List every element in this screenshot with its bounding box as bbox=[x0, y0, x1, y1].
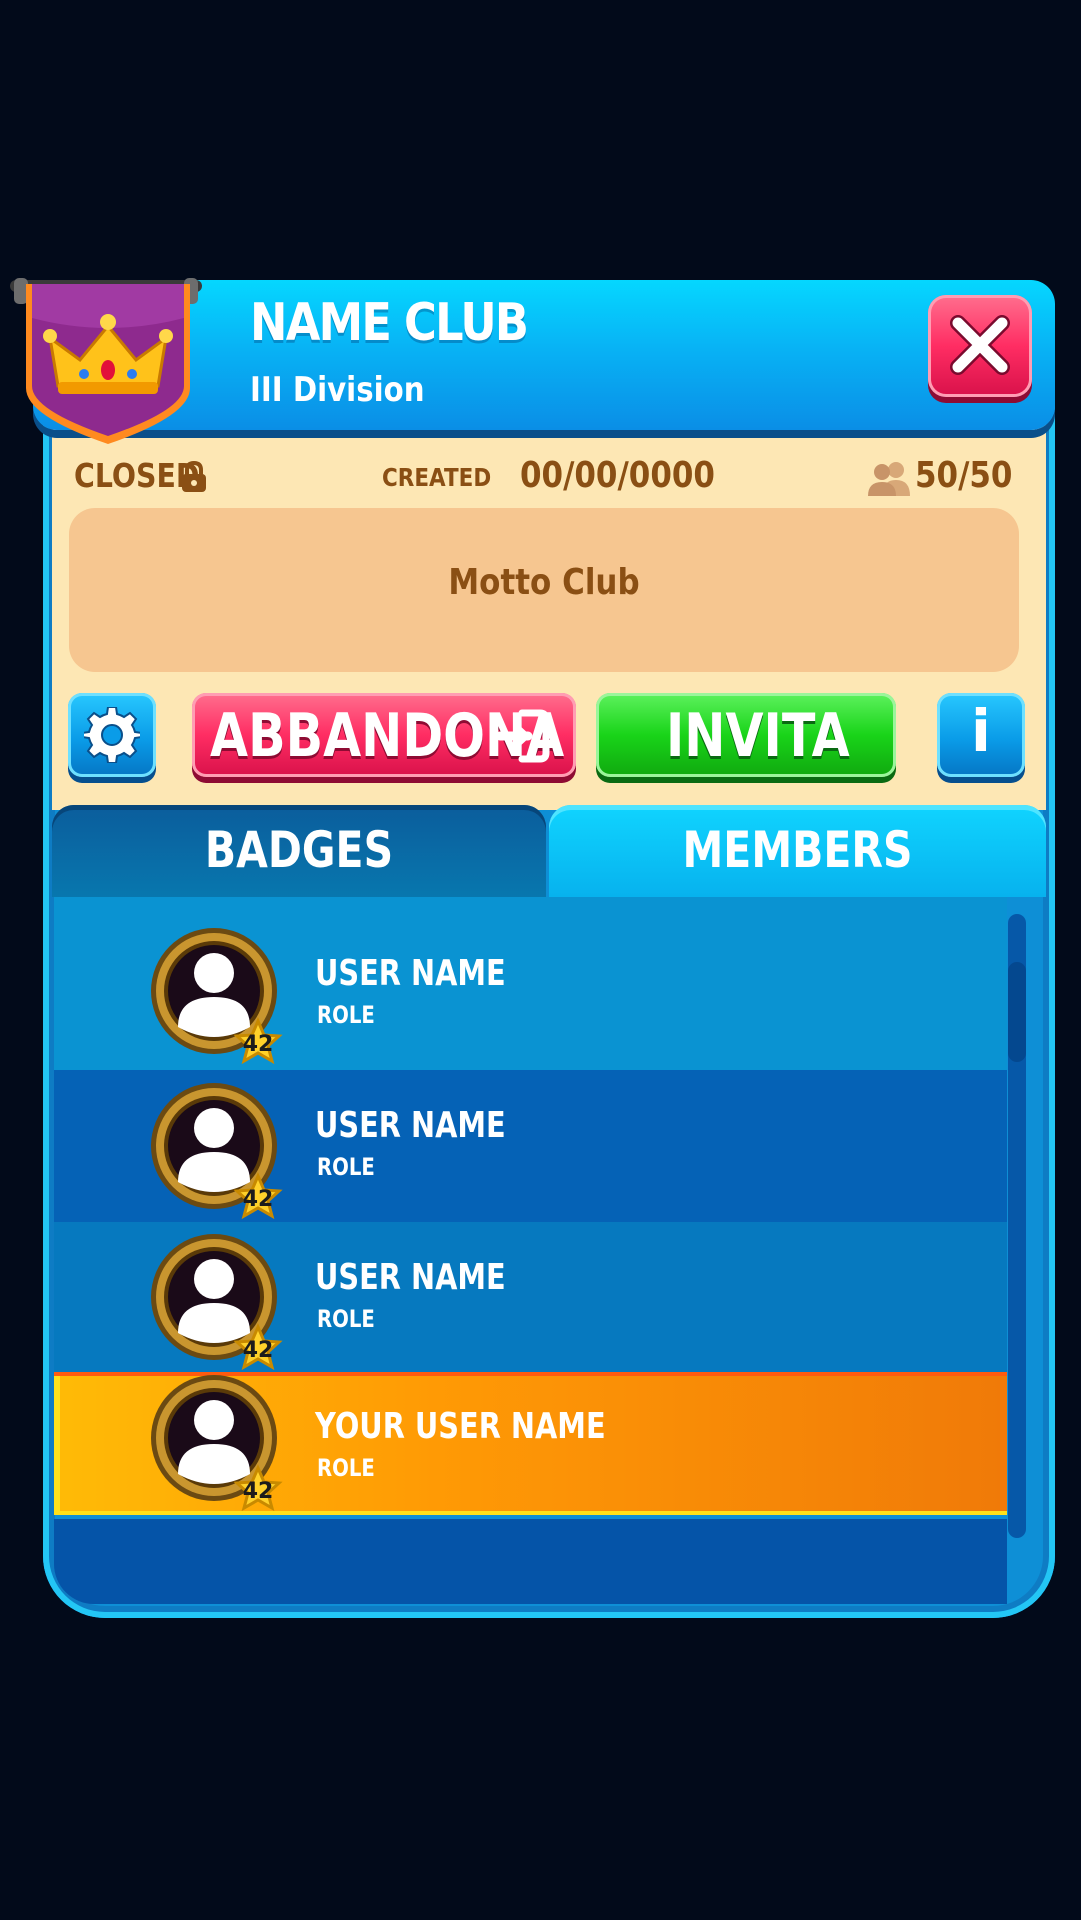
gear-icon bbox=[84, 707, 140, 763]
lock-icon bbox=[182, 461, 206, 492]
avatar: 42 bbox=[151, 928, 283, 1065]
crown-shield-icon bbox=[8, 278, 204, 450]
member-row[interactable]: 42 USER NAME ROLE bbox=[54, 1070, 1007, 1222]
club-division: III Division bbox=[250, 370, 425, 410]
avatar: 42 bbox=[151, 1375, 283, 1512]
level-badge: 42 bbox=[243, 1338, 274, 1363]
tab-badges[interactable]: BADGES bbox=[52, 805, 546, 897]
member-name: USER NAME bbox=[315, 1105, 506, 1146]
list-footer bbox=[54, 1519, 1007, 1604]
exit-icon bbox=[495, 709, 550, 763]
avatar: 42 bbox=[151, 1083, 283, 1220]
club-motto: Motto Club bbox=[448, 562, 640, 603]
members-icon bbox=[868, 462, 910, 496]
close-icon bbox=[950, 315, 1010, 375]
leave-club-button[interactable]: ABBANDONA bbox=[192, 693, 576, 777]
member-row[interactable]: 42 USER NAME ROLE bbox=[54, 897, 1007, 1070]
motto-box: Motto Club bbox=[69, 508, 1019, 672]
level-badge: 42 bbox=[243, 1032, 274, 1057]
created-date: 00/00/0000 bbox=[520, 455, 715, 496]
tab-members[interactable]: MEMBERS bbox=[549, 805, 1046, 897]
scrollbar-thumb[interactable] bbox=[1008, 962, 1026, 1062]
member-name: YOUR USER NAME bbox=[315, 1406, 606, 1447]
info-icon: i bbox=[971, 697, 991, 765]
member-role: ROLE bbox=[317, 1454, 375, 1482]
info-button[interactable]: i bbox=[937, 693, 1025, 777]
member-row[interactable]: 42 USER NAME ROLE bbox=[54, 1222, 1007, 1372]
club-name: NAME CLUB bbox=[250, 293, 529, 353]
member-role: ROLE bbox=[317, 1001, 375, 1029]
invite-label: INVITA bbox=[666, 701, 850, 771]
avatar: 42 bbox=[151, 1234, 283, 1371]
settings-button[interactable] bbox=[68, 693, 156, 777]
level-badge: 42 bbox=[243, 1187, 274, 1212]
member-role: ROLE bbox=[317, 1305, 375, 1333]
member-name: USER NAME bbox=[315, 1257, 506, 1298]
tab-badges-label: BADGES bbox=[204, 821, 394, 879]
member-name: USER NAME bbox=[315, 953, 506, 994]
invite-button[interactable]: INVITA bbox=[596, 693, 896, 777]
member-role: ROLE bbox=[317, 1153, 375, 1181]
tab-members-label: MEMBERS bbox=[682, 821, 913, 879]
club-screen: NAME CLUB III Division CLOSED CREATED 00… bbox=[0, 0, 1081, 1920]
members-list[interactable]: 42 USER NAME ROLE 42 USER NAME ROLE 42 U… bbox=[54, 897, 1007, 1519]
members-count: 50/50 bbox=[915, 455, 1013, 496]
close-button[interactable] bbox=[928, 295, 1032, 397]
created-label: CREATED bbox=[382, 463, 492, 492]
level-badge: 42 bbox=[243, 1479, 274, 1504]
self-member-row[interactable]: 42 YOUR USER NAME ROLE bbox=[54, 1372, 1007, 1515]
